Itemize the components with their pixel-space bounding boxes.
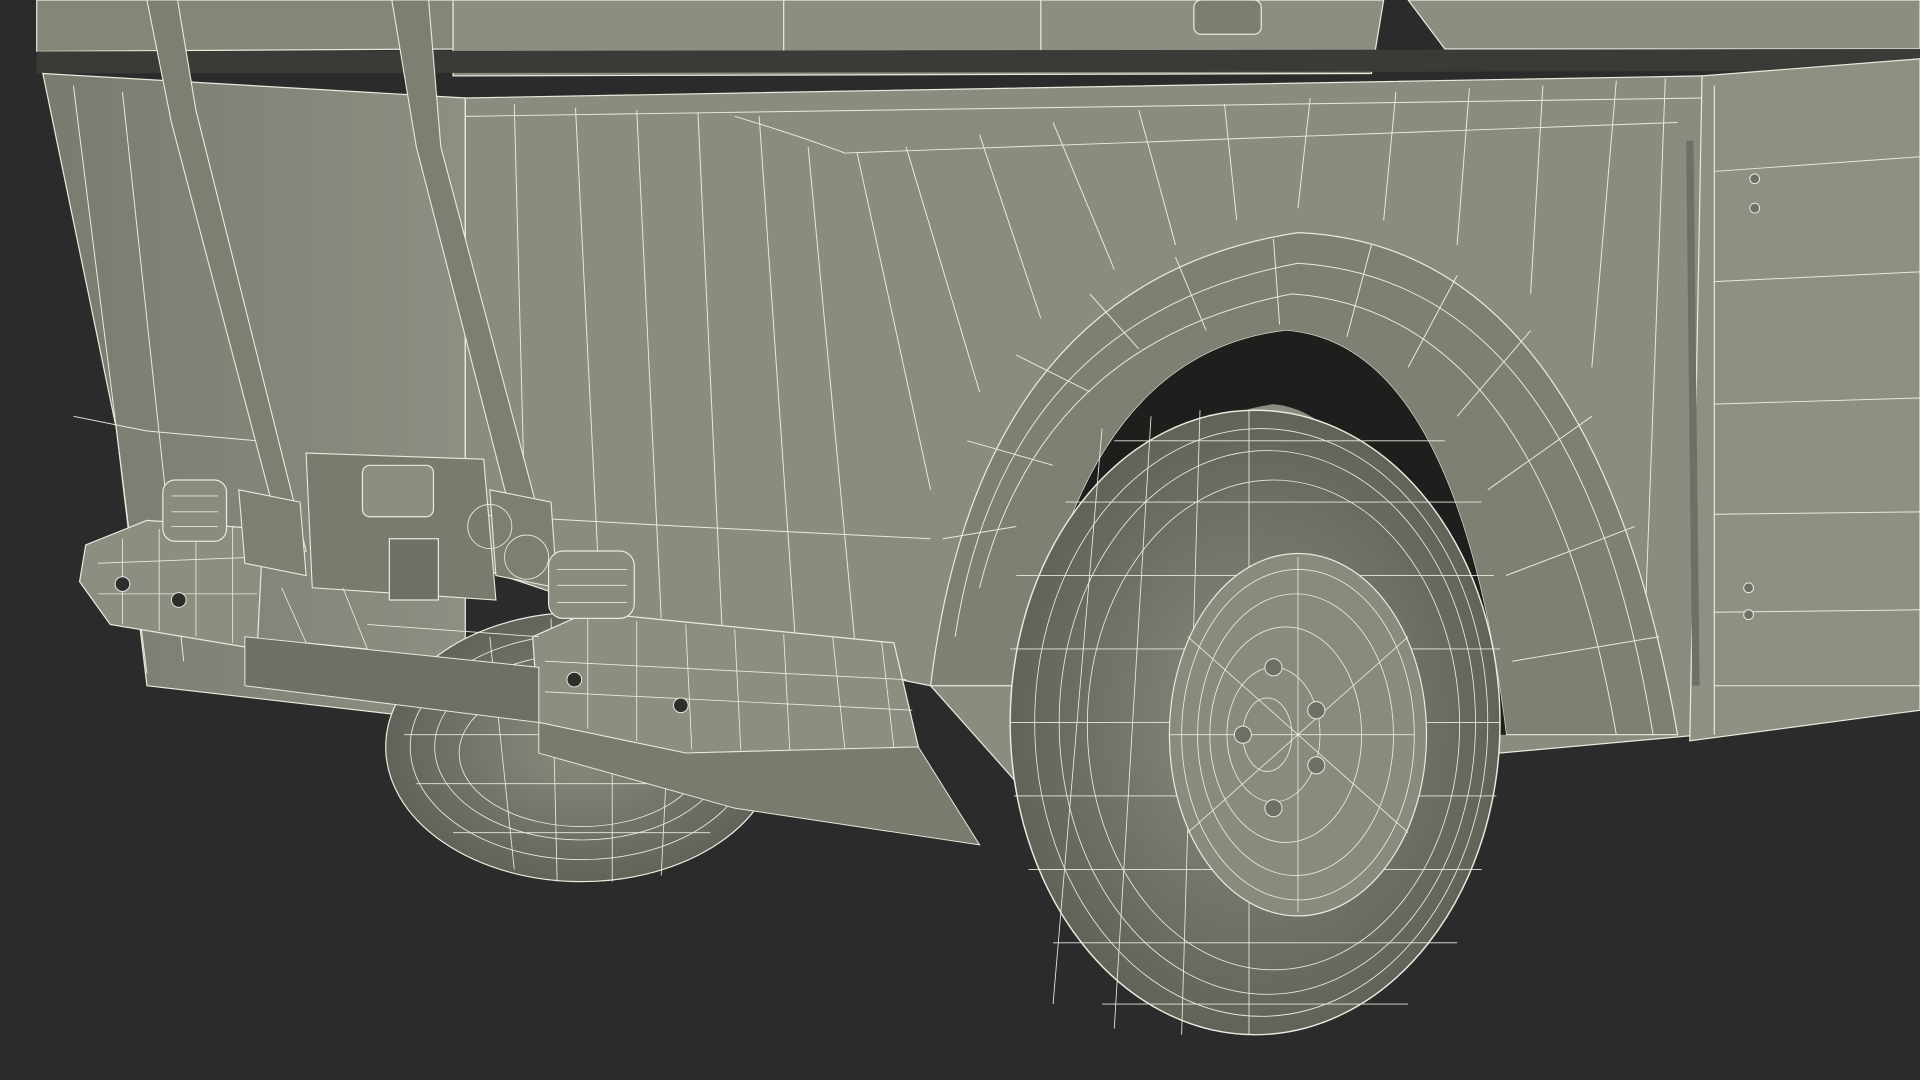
render-viewport [0, 0, 1920, 1080]
wireframe-scene [0, 0, 1920, 1080]
wheel-rim [1168, 552, 1428, 917]
upper-compartments [36, 0, 1920, 77]
